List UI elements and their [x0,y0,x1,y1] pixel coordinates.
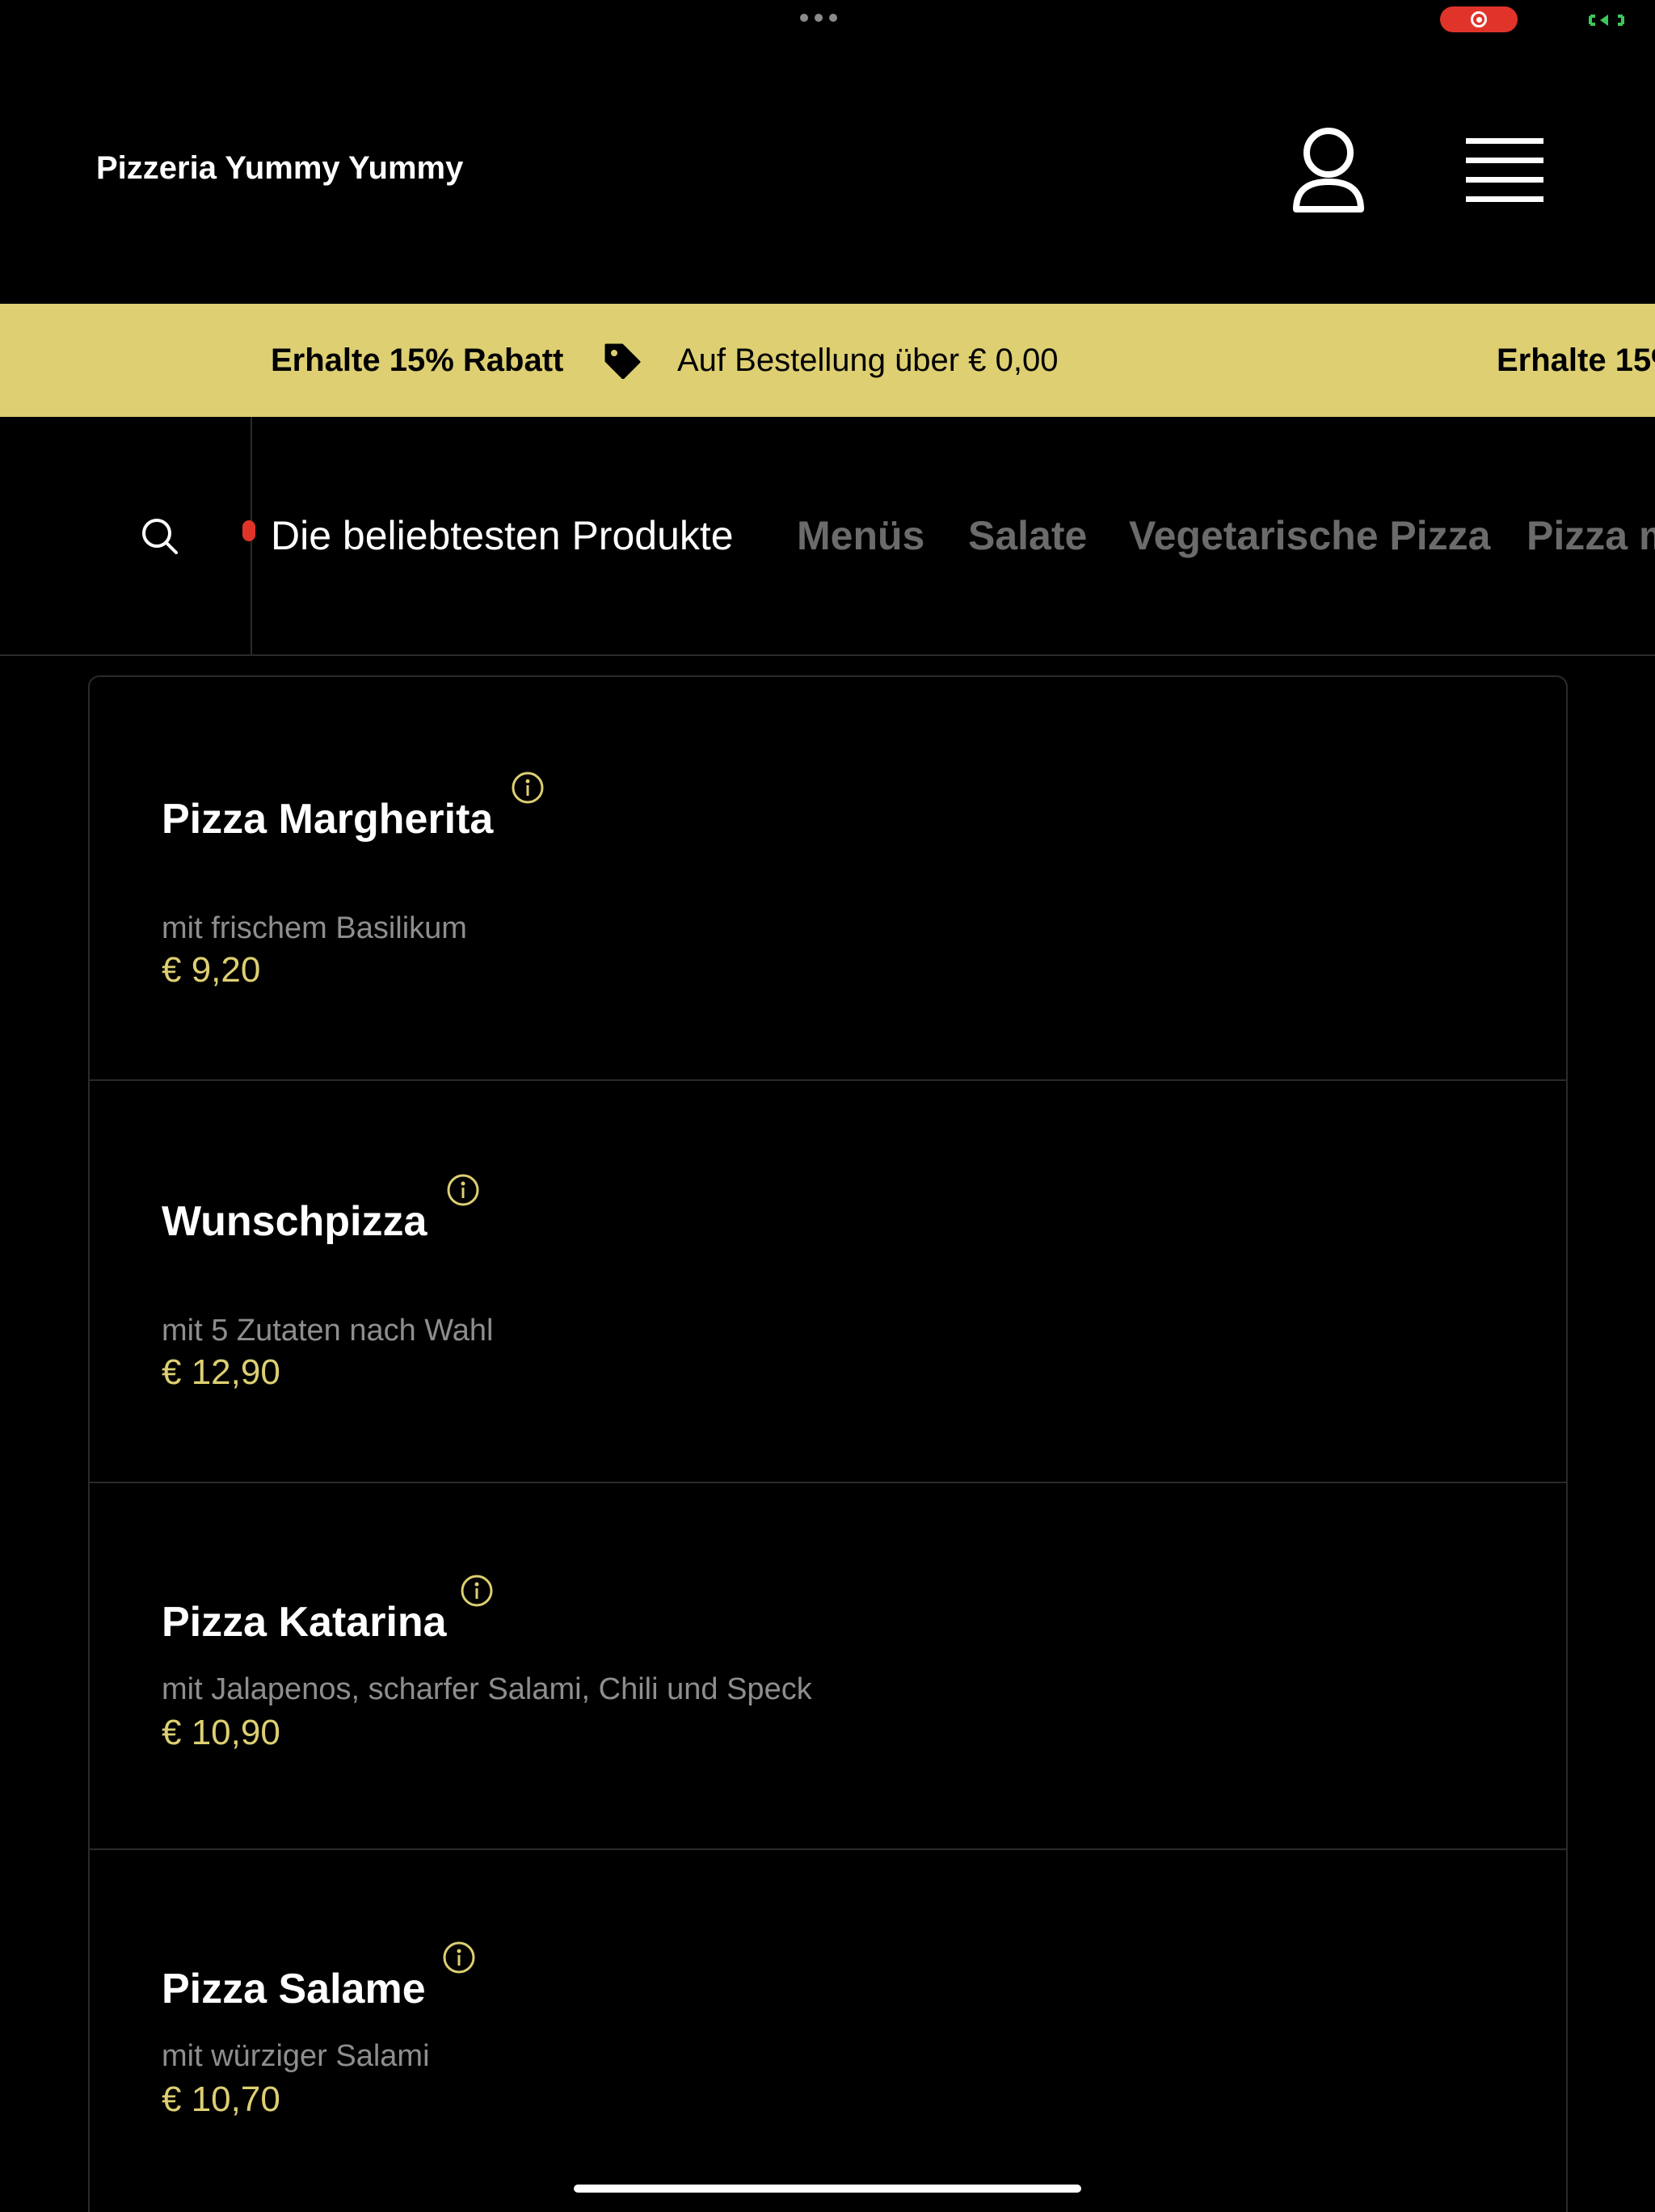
promo-headline-repeat: Erhalte 15% [1497,343,1655,378]
tab-salate[interactable]: Salate [968,512,1087,559]
home-indicator[interactable] [574,2185,1081,2193]
search-icon[interactable] [141,517,179,556]
tab-menues[interactable]: Menüs [797,512,924,559]
product-price: € 9,20 [162,950,261,990]
product-item[interactable]: Pizza Katarina mit Jalapenos, scharfer S… [90,1483,1566,1850]
product-description: mit frischem Basilikum [162,911,467,945]
product-item[interactable]: Pizza Margherita mit frischem Basilikum … [90,677,1566,1081]
product-name: Pizza Salame [162,1966,426,2012]
info-icon[interactable] [460,1574,494,1608]
tab-pizza-m[interactable]: Pizza m [1527,512,1655,559]
promo-condition: Auf Bestellung über € 0,00 [677,343,1059,378]
promo-headline: Erhalte 15% Rabatt [271,343,564,378]
product-price: € 12,90 [162,1352,280,1392]
category-nav[interactable]: Die beliebtesten Produkte Menüs Salate V… [0,417,1655,656]
product-item[interactable]: Wunschpizza mit 5 Zutaten nach Wahl € 12… [90,1081,1566,1483]
active-indicator [242,520,255,541]
user-icon[interactable] [1291,125,1366,214]
product-description: mit Jalapenos, scharfer Salami, Chili un… [162,1672,812,1706]
multitasking-dots[interactable] [800,14,837,22]
product-price: € 10,90 [162,1713,280,1752]
product-list: Pizza Margherita mit frischem Basilikum … [88,675,1568,2212]
menu-icon[interactable] [1464,135,1545,206]
product-name: Pizza Katarina [162,1599,447,1646]
info-icon[interactable] [446,1173,480,1207]
product-description: mit würziger Salami [162,2039,430,2073]
product-name: Wunschpizza [162,1198,427,1245]
info-icon[interactable] [442,1941,476,1974]
battery-icon [1589,15,1624,26]
record-icon [1471,11,1487,27]
product-price: € 10,70 [162,2080,280,2119]
promo-banner[interactable]: Erhalte 15% Rabatt Auf Bestellung über €… [0,304,1655,417]
tag-icon [604,343,641,379]
tab-die-beliebtesten-produkte[interactable]: Die beliebtesten Produkte [271,512,734,559]
tab-vegetarische-pizza[interactable]: Vegetarische Pizza [1129,512,1490,559]
product-description: mit 5 Zutaten nach Wahl [162,1314,494,1348]
product-name: Pizza Margherita [162,796,494,843]
restaurant-title: Pizzeria Yummy Yummy [96,150,464,186]
info-icon[interactable] [511,771,545,805]
screen-recording-indicator[interactable] [1440,6,1518,32]
product-item[interactable]: Pizza Salame mit würziger Salami € 10,70 [90,1850,1566,2212]
